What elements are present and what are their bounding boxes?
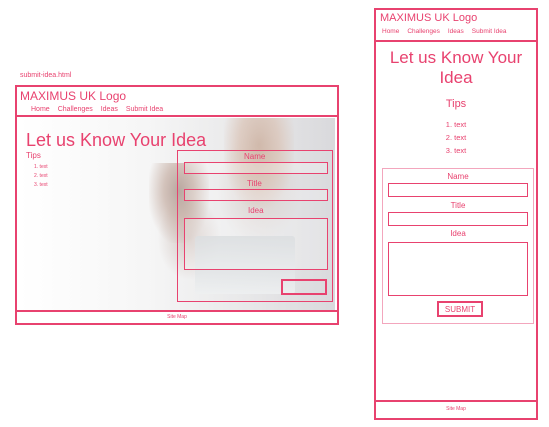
mobile-footer-sitemap[interactable]: Site Map [376, 400, 536, 418]
mobile-tip-item: 1. text [445, 120, 467, 129]
desktop-wireframe: MAXIMUS UK Logo Home Challenges Ideas Su… [15, 85, 339, 325]
mobile-wireframe: MAXIMUS UK Logo Home Challenges Ideas Su… [374, 8, 538, 420]
desktop-tips-list: 1. text 2. text 3. text [34, 163, 48, 190]
desktop-tip-item: 1. text [34, 164, 48, 170]
desktop-logo[interactable]: MAXIMUS UK Logo [20, 89, 126, 103]
mobile-tip-item: 2. text [445, 133, 467, 142]
desktop-idea-textarea[interactable] [184, 218, 328, 270]
desktop-nav-challenges[interactable]: Challenges [58, 106, 93, 113]
mobile-title-label: Title [450, 201, 466, 210]
desktop-tip-item: 3. text [34, 182, 48, 188]
mobile-nav: Home Challenges Ideas Submit Idea [382, 28, 506, 35]
mobile-name-label: Name [447, 172, 469, 181]
desktop-header: MAXIMUS UK Logo Home Challenges Ideas Su… [17, 87, 337, 117]
desktop-nav-ideas[interactable]: Ideas [101, 106, 118, 113]
desktop-name-label: Name [244, 152, 266, 161]
desktop-page-title: Let us Know Your Idea [26, 130, 207, 150]
desktop-tip-item: 2. text [34, 173, 48, 179]
mobile-title-input[interactable] [388, 212, 528, 226]
mobile-nav-submit-idea[interactable]: Submit Idea [472, 28, 507, 35]
filename-label: submit-idea.html [20, 72, 72, 79]
mobile-header: MAXIMUS UK Logo Home Challenges Ideas Su… [376, 10, 536, 42]
mobile-nav-ideas[interactable]: Ideas [448, 28, 464, 35]
mobile-nav-challenges[interactable]: Challenges [407, 28, 440, 35]
mobile-logo[interactable]: MAXIMUS UK Logo [380, 12, 477, 24]
desktop-nav-home[interactable]: Home [31, 106, 50, 113]
mobile-page-title: Let us Know Your Idea [389, 48, 523, 87]
desktop-name-input[interactable] [184, 162, 328, 174]
wireframe-canvas: submit-idea.html MAXIMUS UK Logo Home Ch… [0, 0, 549, 427]
desktop-footer-sitemap[interactable]: Site Map [17, 310, 337, 323]
desktop-nav: Home Challenges Ideas Submit Idea [31, 106, 163, 113]
desktop-title-input[interactable] [184, 189, 328, 201]
mobile-tips-list: 1. text 2. text 3. text [376, 118, 536, 157]
mobile-tips-heading: Tips [445, 98, 467, 110]
desktop-hero-image: Let us Know Your Idea Tips 1. text 2. te… [19, 118, 335, 312]
desktop-submit-button[interactable] [281, 279, 327, 295]
mobile-idea-form: Name Title Idea SUBMIT [382, 168, 534, 324]
desktop-idea-label: Idea [248, 206, 264, 215]
mobile-nav-home[interactable]: Home [382, 28, 399, 35]
desktop-tips-heading: Tips [26, 151, 41, 160]
mobile-idea-label: Idea [450, 229, 466, 238]
desktop-title-label: Title [247, 179, 262, 188]
desktop-nav-submit-idea[interactable]: Submit Idea [126, 106, 163, 113]
mobile-name-input[interactable] [388, 183, 528, 197]
mobile-submit-button[interactable]: SUBMIT [437, 301, 483, 317]
mobile-tip-item: 3. text [445, 146, 467, 155]
mobile-idea-textarea[interactable] [388, 242, 528, 296]
desktop-idea-form: Name Title Idea [177, 150, 333, 302]
